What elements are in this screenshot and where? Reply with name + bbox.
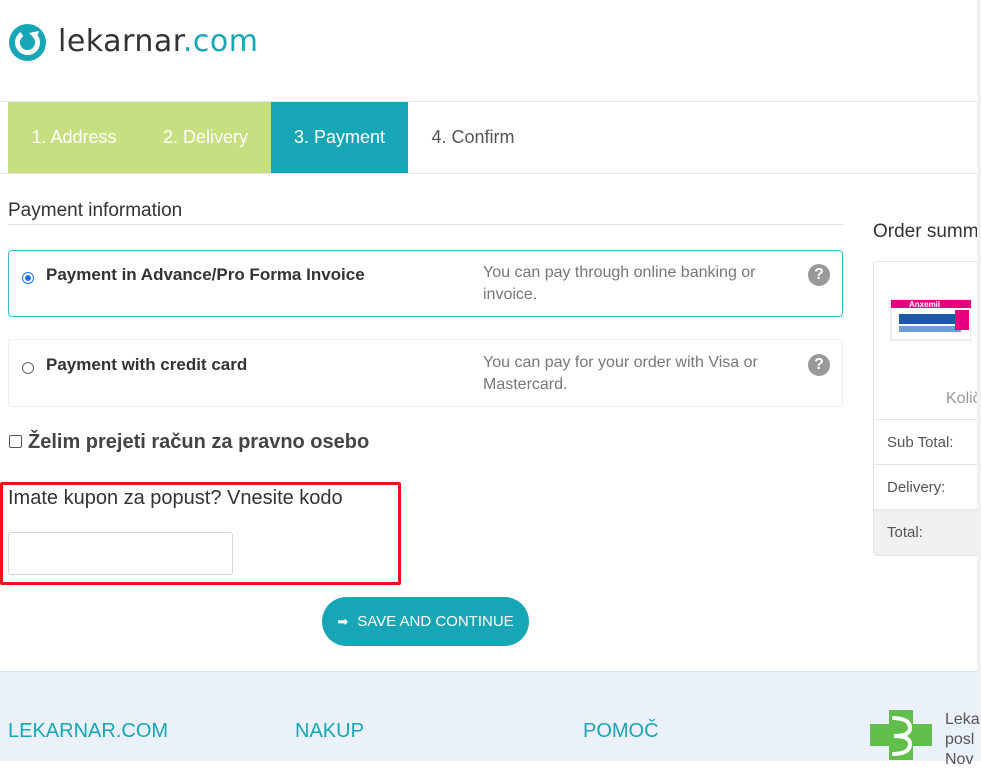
footer-side-line: Leka — [945, 711, 980, 728]
arrow-right-icon: ➡ — [337, 613, 349, 629]
logo-icon — [9, 24, 46, 61]
payment-option-label: Payment with credit card — [46, 355, 248, 374]
legal-entity-checkbox[interactable] — [9, 435, 22, 448]
help-icon[interactable]: ? — [808, 264, 830, 286]
scrollbar[interactable] — [977, 0, 981, 761]
footer-side-text: Leka posl Nov — [945, 710, 980, 770]
payment-advance-radio[interactable] — [22, 272, 34, 284]
logo-tld: .com — [182, 24, 259, 59]
step-confirm[interactable]: 4. Confirm — [408, 102, 538, 173]
step-label: 3. Payment — [293, 127, 386, 147]
coupon-label: Imate kupon za popust? Vnesite kodo — [8, 487, 343, 509]
footer-side-line: posl — [945, 731, 975, 748]
step-label: 4. Confirm — [431, 127, 515, 147]
payment-option-label: Payment in Advance/Pro Forma Invoice — [46, 265, 365, 284]
step-delivery[interactable]: 2. Delivery — [140, 102, 271, 173]
steps-divider — [0, 173, 977, 174]
legal-entity-label[interactable]: Želim prejeti račun za pravno osebo — [28, 431, 369, 454]
payment-option-desc: You can pay through online banking or in… — [483, 264, 756, 303]
total-row: Total: — [874, 509, 978, 555]
coupon-input[interactable] — [8, 532, 233, 575]
total-label: Total: — [887, 524, 923, 541]
help-icon[interactable]: ? — [808, 354, 830, 376]
footer-heading-nakup[interactable]: NAKUP — [295, 720, 364, 743]
product-image[interactable]: Anxemil — [889, 296, 971, 346]
save-and-continue-button[interactable]: ➡ SAVE AND CONTINUE — [322, 597, 529, 646]
footer-heading-pomoc[interactable]: POMOČ — [583, 720, 659, 743]
pharmacy-cross-icon — [870, 710, 932, 760]
step-label: 1. Address — [31, 127, 117, 147]
subtotal-row: Sub Total: — [874, 419, 978, 464]
delivery-label: Delivery: — [887, 478, 946, 496]
delivery-row: Delivery: — [874, 464, 978, 509]
save-button-label: SAVE AND CONTINUE — [357, 613, 514, 630]
logo-name: lekarnar — [58, 24, 183, 59]
subtotal-label: Sub Total: — [887, 433, 954, 451]
footer-heading-lekarnar[interactable]: LEKARNAR.COM — [8, 720, 168, 743]
section-divider — [8, 224, 843, 225]
footer-side-line: Nov — [945, 751, 974, 768]
product-name: Anxemil — [909, 300, 940, 309]
order-summary-title: Order summ — [873, 221, 979, 242]
step-payment[interactable]: 3. Payment — [271, 102, 408, 173]
step-address[interactable]: 1. Address — [8, 102, 140, 173]
step-label: 2. Delivery — [162, 127, 249, 147]
footer — [0, 671, 977, 761]
section-title: Payment information — [8, 200, 183, 221]
payment-card-radio[interactable] — [22, 362, 34, 374]
payment-option-desc: You can pay for your order with Visa or … — [483, 354, 758, 393]
logo[interactable]: lekarnar.com — [58, 24, 258, 60]
quantity-label: Količ — [946, 390, 981, 407]
